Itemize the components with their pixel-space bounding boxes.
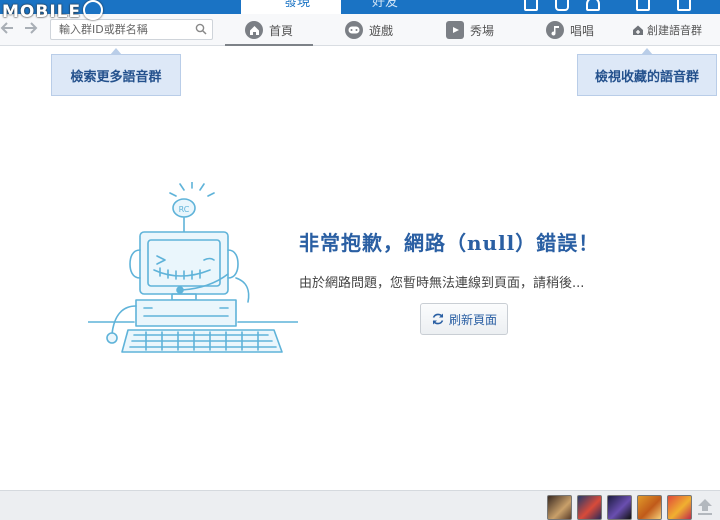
nav-sing-label: 唱唱 bbox=[570, 23, 595, 38]
nav-games[interactable]: 遊戲 bbox=[345, 17, 393, 43]
nav-show[interactable]: 秀場 bbox=[446, 17, 494, 43]
window-icon[interactable] bbox=[524, 0, 538, 11]
search-input[interactable] bbox=[51, 20, 191, 39]
maximize-icon[interactable] bbox=[677, 0, 691, 11]
home-icon bbox=[245, 21, 263, 39]
search-more-groups-text: 檢索更多語音群 bbox=[70, 69, 162, 85]
nav-games-label: 遊戲 bbox=[369, 23, 394, 38]
gamepad-icon bbox=[345, 21, 363, 39]
navigation-bar: 首頁 遊戲 秀場 唱唱 創建語音群 bbox=[0, 14, 720, 46]
nav-show-label: 秀場 bbox=[470, 23, 495, 38]
watermark-logo: MOBILE bbox=[2, 0, 104, 22]
home-plus-icon bbox=[633, 25, 643, 35]
search-icon[interactable] bbox=[195, 23, 207, 35]
forward-arrow-icon[interactable] bbox=[24, 20, 38, 39]
create-voice-group-label: 創建語音群 bbox=[647, 24, 702, 37]
upload-icon[interactable] bbox=[695, 497, 715, 517]
download-icon[interactable] bbox=[555, 0, 569, 11]
refresh-page-label: 刷新頁面 bbox=[448, 312, 497, 327]
bell-icon[interactable] bbox=[586, 0, 600, 11]
search-more-groups-tooltip: 檢索更多語音群 bbox=[51, 54, 181, 96]
tab-discover[interactable]: 發現 bbox=[284, 0, 310, 11]
view-favorite-groups-text: 檢視收藏的語音群 bbox=[594, 69, 699, 85]
refresh-icon bbox=[432, 313, 444, 325]
robot-error-illustration: RC bbox=[88, 182, 298, 353]
game-avatar-2-icon[interactable] bbox=[577, 495, 602, 520]
robot-badge-text: RC bbox=[179, 205, 190, 214]
refresh-page-button[interactable]: 刷新頁面 bbox=[420, 303, 508, 335]
music-note-icon bbox=[546, 21, 564, 39]
minimize-icon[interactable] bbox=[636, 0, 650, 11]
create-voice-group-button[interactable]: 創建語音群 bbox=[632, 17, 702, 43]
error-description: 由於網路問題，您暫時無法連線到頁面，請稍後... bbox=[299, 276, 585, 291]
bottom-bar bbox=[0, 490, 720, 520]
game-avatar-5-icon[interactable] bbox=[667, 495, 692, 520]
show-icon bbox=[446, 21, 464, 39]
game-avatar-3-icon[interactable] bbox=[607, 495, 632, 520]
back-arrow-icon[interactable] bbox=[0, 20, 14, 39]
nav-home[interactable]: 首頁 bbox=[224, 17, 314, 46]
error-title: 非常抱歉，網路（null）錯誤！ bbox=[299, 231, 600, 255]
nav-sing[interactable]: 唱唱 bbox=[546, 17, 594, 43]
tab-friends[interactable]: 好友 bbox=[372, 0, 398, 11]
game-avatar-1-icon[interactable] bbox=[547, 495, 572, 520]
game-avatar-4-icon[interactable] bbox=[637, 495, 662, 520]
view-favorite-groups-tooltip: 檢視收藏的語音群 bbox=[577, 54, 717, 96]
top-tab-bar: 發現 好友 bbox=[0, 0, 720, 14]
nav-home-label: 首頁 bbox=[269, 23, 294, 38]
search-box bbox=[50, 19, 213, 40]
